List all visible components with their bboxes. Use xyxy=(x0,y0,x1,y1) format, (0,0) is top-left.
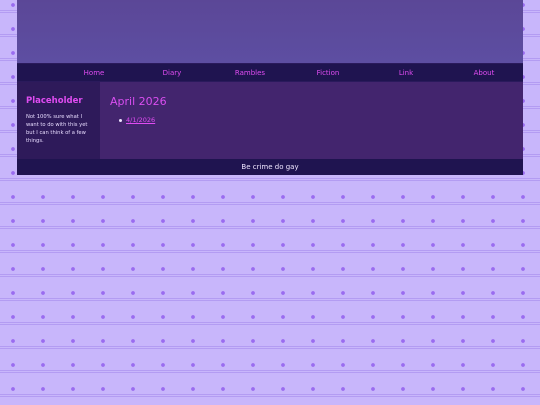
nav-link-link[interactable]: Link xyxy=(367,69,445,77)
sidebar-title: Placeholder xyxy=(26,96,83,106)
header-banner xyxy=(17,0,523,63)
footer: Be crime do gay xyxy=(17,159,523,175)
nav-link-home[interactable]: Home xyxy=(55,69,133,77)
nav-link-fiction[interactable]: Fiction xyxy=(289,69,367,77)
sidebar: Placeholder Not 100% sure what I want to… xyxy=(17,82,100,159)
site-container: Home Diary Rambles Fiction Link About Pl… xyxy=(17,0,523,175)
sidebar-text: Not 100% sure what I want to do with thi… xyxy=(26,114,88,144)
entry-list: 4/1/2026 xyxy=(110,116,523,124)
entry-link[interactable]: 4/1/2026 xyxy=(126,116,155,124)
page-title: April 2026 xyxy=(110,95,167,108)
nav-link-rambles[interactable]: Rambles xyxy=(211,69,289,77)
main-content: April 2026 4/1/2026 xyxy=(100,82,523,159)
list-item: 4/1/2026 xyxy=(119,116,523,124)
footer-text: Be crime do gay xyxy=(241,163,299,171)
main-nav: Home Diary Rambles Fiction Link About xyxy=(17,63,523,82)
nav-link-about[interactable]: About xyxy=(445,69,523,77)
nav-link-diary[interactable]: Diary xyxy=(133,69,211,77)
content-area: Placeholder Not 100% sure what I want to… xyxy=(17,82,523,159)
